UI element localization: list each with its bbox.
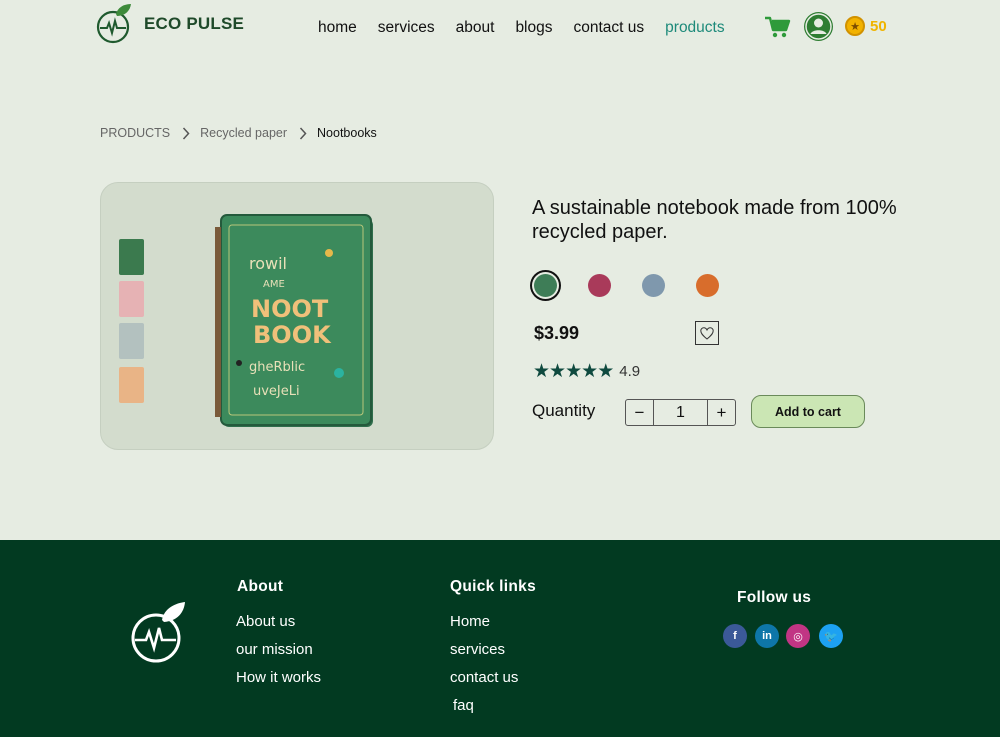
product-price: $3.99 xyxy=(534,323,580,343)
rating-stars: ★ ★ ★ ★ ★ 4.9 xyxy=(533,362,640,381)
nav-products[interactable]: products xyxy=(665,19,724,37)
svg-text:gheRblic: gheRblic xyxy=(249,360,305,375)
chevron-right-icon xyxy=(182,126,190,140)
breadcrumb-products[interactable]: PRODUCTS xyxy=(100,126,170,140)
quantity-stepper: − 1 + xyxy=(625,399,736,426)
svg-text:BOOK: BOOK xyxy=(253,321,332,349)
footer-follow-column: Follow us xyxy=(737,589,811,607)
star-icon: ★ xyxy=(597,361,614,382)
color-swatch-red[interactable] xyxy=(588,274,611,297)
footer-link-home[interactable]: Home xyxy=(450,613,490,630)
footer-link-our-mission[interactable]: our mission xyxy=(236,641,313,658)
nav-contact-us[interactable]: contact us xyxy=(574,19,645,37)
star-icon: ★ xyxy=(565,361,582,382)
notebook-product-image: rowil AME NOOT BOOK gheRblic uveJeLi xyxy=(215,214,373,427)
footer-link-contact-us[interactable]: contact us xyxy=(450,669,518,686)
breadcrumb: PRODUCTS Recycled paper Nootbooks xyxy=(100,126,377,140)
cart-button[interactable] xyxy=(764,15,792,44)
heart-icon xyxy=(700,326,714,340)
nav-services[interactable]: services xyxy=(378,19,435,37)
coin-count: 50 xyxy=(870,17,887,35)
rating-value: 4.9 xyxy=(619,363,641,380)
quantity-decrease-button[interactable]: − xyxy=(626,400,654,425)
breadcrumb-recycled-paper[interactable]: Recycled paper xyxy=(200,126,287,140)
facebook-icon[interactable]: f xyxy=(723,624,747,648)
wishlist-button[interactable] xyxy=(695,321,719,345)
linkedin-icon[interactable]: in xyxy=(755,624,779,648)
chevron-right-icon xyxy=(299,126,307,140)
nav-blogs[interactable]: blogs xyxy=(515,19,552,37)
footer-about-heading: About xyxy=(237,578,284,595)
star-icon: ★ xyxy=(549,361,566,382)
add-to-cart-button[interactable]: Add to cart xyxy=(751,395,865,428)
svg-text:uveJeLi: uveJeLi xyxy=(253,384,300,399)
thumbnail-blue[interactable] xyxy=(119,323,144,359)
star-icon: ★ xyxy=(533,361,550,382)
quantity-input[interactable]: 1 xyxy=(654,400,707,425)
site-footer: About About us our mission How it works … xyxy=(0,540,1000,737)
user-icon xyxy=(805,13,832,40)
breadcrumb-notebooks: Nootbooks xyxy=(317,126,377,140)
brand-logo[interactable]: ECO PULSE xyxy=(96,2,244,46)
main-nav: home services about blogs contact us pro… xyxy=(318,19,746,37)
footer-link-how-it-works[interactable]: How it works xyxy=(236,669,321,686)
star-icon: ★ xyxy=(581,361,598,382)
footer-about-column: About xyxy=(237,578,283,596)
leaf-pulse-logo-icon xyxy=(96,4,131,44)
footer-link-faq[interactable]: faq xyxy=(453,697,474,714)
color-swatch-orange[interactable] xyxy=(696,274,719,297)
brand-name: ECO PULSE xyxy=(144,14,245,33)
footer-link-about-us[interactable]: About us xyxy=(236,613,295,630)
product-gallery: rowil AME NOOT BOOK gheRblic uveJeLi xyxy=(100,182,494,450)
quantity-increase-button[interactable]: + xyxy=(707,400,735,425)
nav-about[interactable]: about xyxy=(456,19,495,37)
svg-text:NOOT: NOOT xyxy=(251,295,329,323)
svg-text:rowil: rowil xyxy=(249,254,287,273)
twitter-icon[interactable]: 🐦 xyxy=(819,624,843,648)
footer-link-services[interactable]: services xyxy=(450,641,505,658)
svg-text:AME: AME xyxy=(263,279,285,290)
site-header: ECO PULSE home services about blogs cont… xyxy=(0,0,1000,58)
nav-home[interactable]: home xyxy=(318,19,357,37)
color-swatch-blue[interactable] xyxy=(642,274,665,297)
color-swatch-green[interactable] xyxy=(534,274,557,297)
product-title: A sustainable notebook made from 100% re… xyxy=(532,197,897,243)
footer-quick-links-column: Quick links xyxy=(450,578,536,596)
thumbnail-green[interactable] xyxy=(119,239,144,275)
footer-quick-links-heading: Quick links xyxy=(450,578,536,595)
footer-follow-heading: Follow us xyxy=(737,589,812,606)
thumbnail-orange[interactable] xyxy=(119,367,144,403)
coin-star-icon: ★ xyxy=(845,16,865,36)
thumbnail-pink[interactable] xyxy=(119,281,144,317)
instagram-icon[interactable]: ◎ xyxy=(786,624,810,648)
user-account-button[interactable] xyxy=(804,12,833,41)
cart-icon xyxy=(765,16,791,38)
coin-balance[interactable]: ★ 50 xyxy=(845,16,887,36)
leaf-pulse-logo-icon xyxy=(131,602,185,663)
quantity-label: Quantity xyxy=(532,401,596,420)
